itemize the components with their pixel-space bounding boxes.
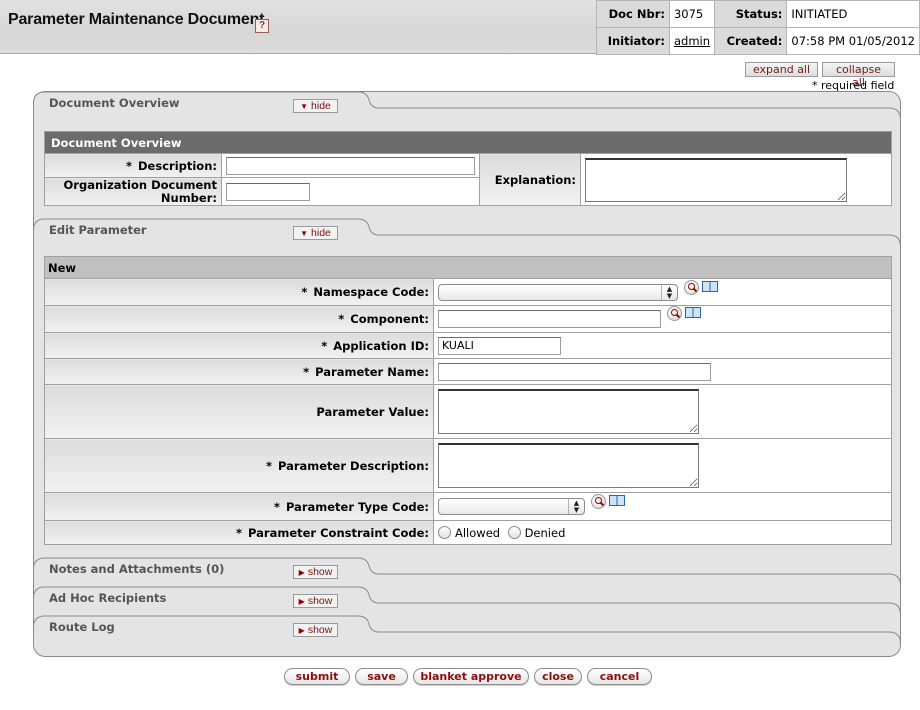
namespace-code-label: * Namespace Code: (44, 278, 434, 306)
parameter-value-textarea[interactable] (438, 389, 699, 434)
document-overview-header: Document Overview (44, 131, 892, 154)
initiator-link[interactable]: admin (674, 34, 710, 48)
application-id-input[interactable] (438, 336, 561, 355)
tab-outline (33, 218, 901, 248)
tab-title-route-log: Route Log (49, 620, 115, 634)
description-label: * Description: (44, 153, 222, 178)
tab-title-adhoc: Ad Hoc Recipients (49, 591, 167, 605)
help-icon[interactable]: ? (255, 19, 269, 33)
tab-route-log: Route Log ▶ show (33, 615, 901, 645)
triangle-right-icon: ▶ (298, 568, 305, 577)
triangle-down-icon: ▼ (300, 229, 309, 238)
namespace-code-select[interactable]: ▲ ▼ (438, 283, 678, 301)
org-doc-number-label: Organization Document Number: (44, 177, 222, 206)
triangle-down-icon: ▼ (300, 102, 309, 111)
denied-radio-label: Denied (524, 525, 566, 540)
document-info-table: Doc Nbr: 3075 Status: INITIATED Initiato… (596, 0, 920, 55)
parameter-constraint-code-label: * Parameter Constraint Code: (44, 520, 434, 545)
description-input[interactable] (226, 156, 475, 175)
lookup-search-icon[interactable] (591, 494, 606, 509)
expand-all-button[interactable]: expand all (745, 62, 818, 77)
page-title: Parameter Maintenance Document (8, 11, 265, 28)
doc-nbr-label: Doc Nbr: (596, 0, 670, 28)
route-log-show-button[interactable]: ▶ show (293, 623, 338, 637)
parameter-type-code-select[interactable]: ▲ ▼ (438, 498, 585, 515)
parameter-name-input[interactable] (438, 362, 711, 381)
tab-outline (33, 615, 901, 645)
save-button[interactable]: save (355, 668, 408, 685)
close-button[interactable]: close (534, 668, 582, 685)
collapse-all-button[interactable]: collapse all (822, 62, 895, 89)
application-id-label: * Application ID: (44, 332, 434, 359)
parameter-value-label: Parameter Value: (44, 384, 434, 439)
created-value: 07:58 PM 01/05/2012 (786, 27, 920, 55)
status-value: INITIATED (786, 0, 920, 28)
created-label: Created: (714, 27, 788, 55)
explanation-label: Explanation: (479, 153, 581, 206)
tab-title-notes: Notes and Attachments (0) (49, 562, 225, 576)
parameter-type-code-label: * Parameter Type Code: (44, 492, 434, 521)
page-header: Parameter Maintenance Document ? Doc Nbr… (0, 0, 920, 55)
tab-notes-attachments: Notes and Attachments (0) ▶ show (33, 557, 901, 587)
component-input[interactable] (438, 310, 661, 328)
triangle-right-icon: ▶ (298, 626, 305, 635)
lookup-search-icon[interactable] (684, 279, 699, 295)
parameter-description-textarea[interactable] (438, 443, 699, 488)
org-doc-number-input[interactable] (226, 182, 310, 201)
blanket-approve-button[interactable]: blanket approve (413, 668, 529, 685)
doc-nbr-value: 3075 (668, 0, 716, 28)
triangle-right-icon: ▶ (298, 597, 305, 606)
select-arrows-icon: ▲ ▼ (661, 284, 677, 300)
tab-document-overview: Document Overview ▼ hide (33, 91, 901, 121)
submit-button[interactable]: submit (284, 668, 350, 685)
inquiry-book-icon[interactable] (609, 495, 625, 506)
tab-adhoc-recipients: Ad Hoc Recipients ▶ show (33, 586, 901, 616)
allowed-radio[interactable] (438, 526, 451, 539)
edit-parameter-table: New * Namespace Code: ▲ ▼ * Component: * App… (44, 256, 892, 545)
component-label: * Component: (44, 305, 434, 333)
notes-show-button[interactable]: ▶ show (293, 565, 338, 579)
initiator-label: Initiator: (596, 27, 670, 55)
new-header: New (44, 256, 892, 279)
status-label: Status: (714, 0, 788, 28)
inquiry-book-icon[interactable] (685, 307, 701, 318)
cancel-button[interactable]: cancel (587, 668, 652, 685)
allowed-radio-label: Allowed (455, 525, 501, 540)
inquiry-book-icon[interactable] (702, 280, 718, 292)
document-overview-table: Document Overview * Description: Explanat… (44, 131, 892, 206)
denied-radio[interactable] (507, 526, 521, 539)
lookup-search-icon[interactable] (667, 306, 682, 321)
tab-title-document-overview: Document Overview (49, 96, 180, 110)
parameter-description-label: * Parameter Description: (44, 438, 434, 493)
tab-title-edit-parameter: Edit Parameter (49, 223, 147, 237)
select-arrows-icon: ▲ ▼ (568, 499, 584, 514)
adhoc-show-button[interactable]: ▶ show (293, 594, 338, 608)
tab-edit-parameter: Edit Parameter ▼ hide (33, 218, 901, 248)
parameter-name-label: * Parameter Name: (44, 358, 434, 385)
explanation-textarea[interactable] (585, 157, 847, 202)
edit-parameter-hide-button[interactable]: ▼ hide (293, 226, 338, 240)
document-overview-hide-button[interactable]: ▼ hide (293, 99, 338, 113)
